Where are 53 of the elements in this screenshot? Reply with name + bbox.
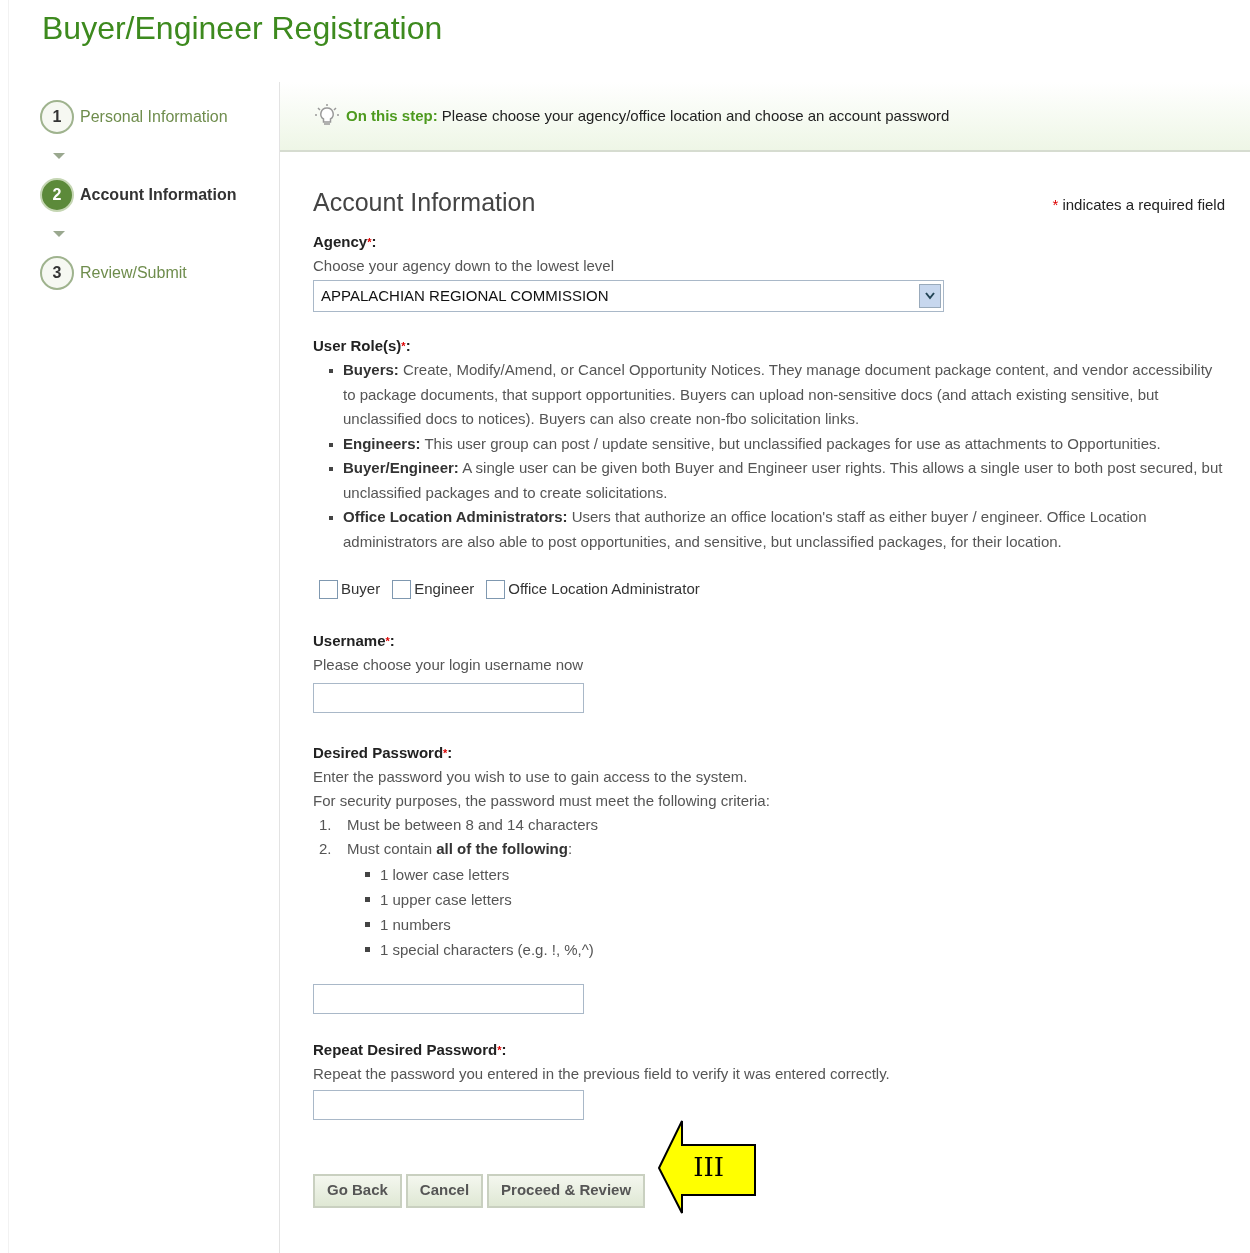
criterion-text: 1 numbers xyxy=(380,914,451,935)
bullet-icon xyxy=(329,369,333,373)
hint-text: Please choose your login username now xyxy=(313,654,585,675)
bullet-icon xyxy=(329,467,333,471)
criterion-text: 1 upper case letters xyxy=(380,889,512,910)
agency-dropdown[interactable]: APPALACHIAN REGIONAL COMMISSION xyxy=(313,280,944,312)
bullet-icon xyxy=(365,921,370,927)
criterion-text: 1 special characters (e.g. !, %,^) xyxy=(380,939,594,960)
hint-text: Enter the password you wish to use to gain access to the system. xyxy=(313,766,749,787)
checkbox-option[interactable]: Engineer xyxy=(392,578,475,601)
step-number-badge: 2 xyxy=(40,178,74,212)
page-title: Buyer/Engineer Registration xyxy=(42,9,443,48)
down-triangle-icon xyxy=(53,231,65,237)
step-instruction: On this step: Please choose your agency/office location and choose an account password xyxy=(346,105,950,126)
hint-text: Repeat the password you entered in the previous field to verify it was entered correctly. xyxy=(313,1063,891,1084)
hint-text: Choose your agency down to the lowest level xyxy=(313,256,615,276)
role-description: Office Location Administrators: Users that authorize an office location's staff as either buyer / engineer. Office Location administrators are also able to post opportunities, and sensitive, but unclassified packages, for their location. xyxy=(343,507,1148,552)
form-button[interactable]: Go Back xyxy=(313,1173,402,1208)
form-button[interactable]: Cancel xyxy=(405,1173,484,1208)
callout-arrow: III xyxy=(657,1119,758,1214)
field-label: Agency*: xyxy=(313,232,378,252)
section-title: Account Information xyxy=(313,187,536,218)
step-label[interactable]: Review/Submit xyxy=(80,261,187,285)
bullet-icon xyxy=(329,516,333,520)
text-field[interactable] xyxy=(313,1089,584,1120)
criterion-text: 1 lower case letters xyxy=(380,864,510,885)
step-label[interactable]: Personal Information xyxy=(80,105,228,129)
checkbox-option[interactable]: Buyer xyxy=(319,578,381,601)
form-button[interactable]: Proceed & Review xyxy=(487,1173,646,1208)
bullet-icon xyxy=(365,871,370,877)
field-label: Desired Password*: xyxy=(313,742,454,763)
checkbox-option[interactable]: Office Location Administrator xyxy=(486,578,700,601)
list-number: 1. xyxy=(319,814,333,835)
role-description: Buyer/Engineer: A single user can be given both Buyer and Engineer user rights. This allows a single user to both post secured, but unclassified packages and to create solicitations. xyxy=(343,458,1224,503)
list-number: 2. xyxy=(319,839,333,859)
field-label: User Role(s)*: xyxy=(313,336,412,356)
step-label[interactable]: Account Information xyxy=(80,183,237,207)
step-number-badge: 1 xyxy=(40,100,74,134)
step-number-badge: 3 xyxy=(40,256,74,290)
text-field[interactable] xyxy=(313,682,584,713)
bullet-icon xyxy=(329,442,333,447)
bullet-icon xyxy=(365,946,370,952)
field-label: Username*: xyxy=(313,630,396,651)
required-note: * indicates a required field xyxy=(1052,194,1225,215)
bullet-icon xyxy=(365,896,370,902)
field-label: Repeat Desired Password*: xyxy=(313,1039,508,1060)
criterion-text: Must contain all of the following: xyxy=(347,839,573,859)
role-description: Engineers: This user group can post / update sensitive, but unclassified packages for use as attachments to Opportunities. xyxy=(343,433,1161,454)
down-triangle-icon xyxy=(53,153,65,159)
criterion-text: Must be between 8 and 14 characters xyxy=(347,814,598,835)
hint-text: For security purposes, the password must meet the following criteria: xyxy=(313,790,771,811)
role-description: Buyers: Create, Modify/Amend, or Cancel Opportunity Notices. They manage document package content, and vendor accessibility to package documents, that support opportunities. Buyers can upload non-sensitive docs (and attach existing sensitive, but unclassified docs to notices). Buyers can also create non-fbo solicitation links. xyxy=(343,360,1214,429)
text-field[interactable] xyxy=(313,983,584,1014)
